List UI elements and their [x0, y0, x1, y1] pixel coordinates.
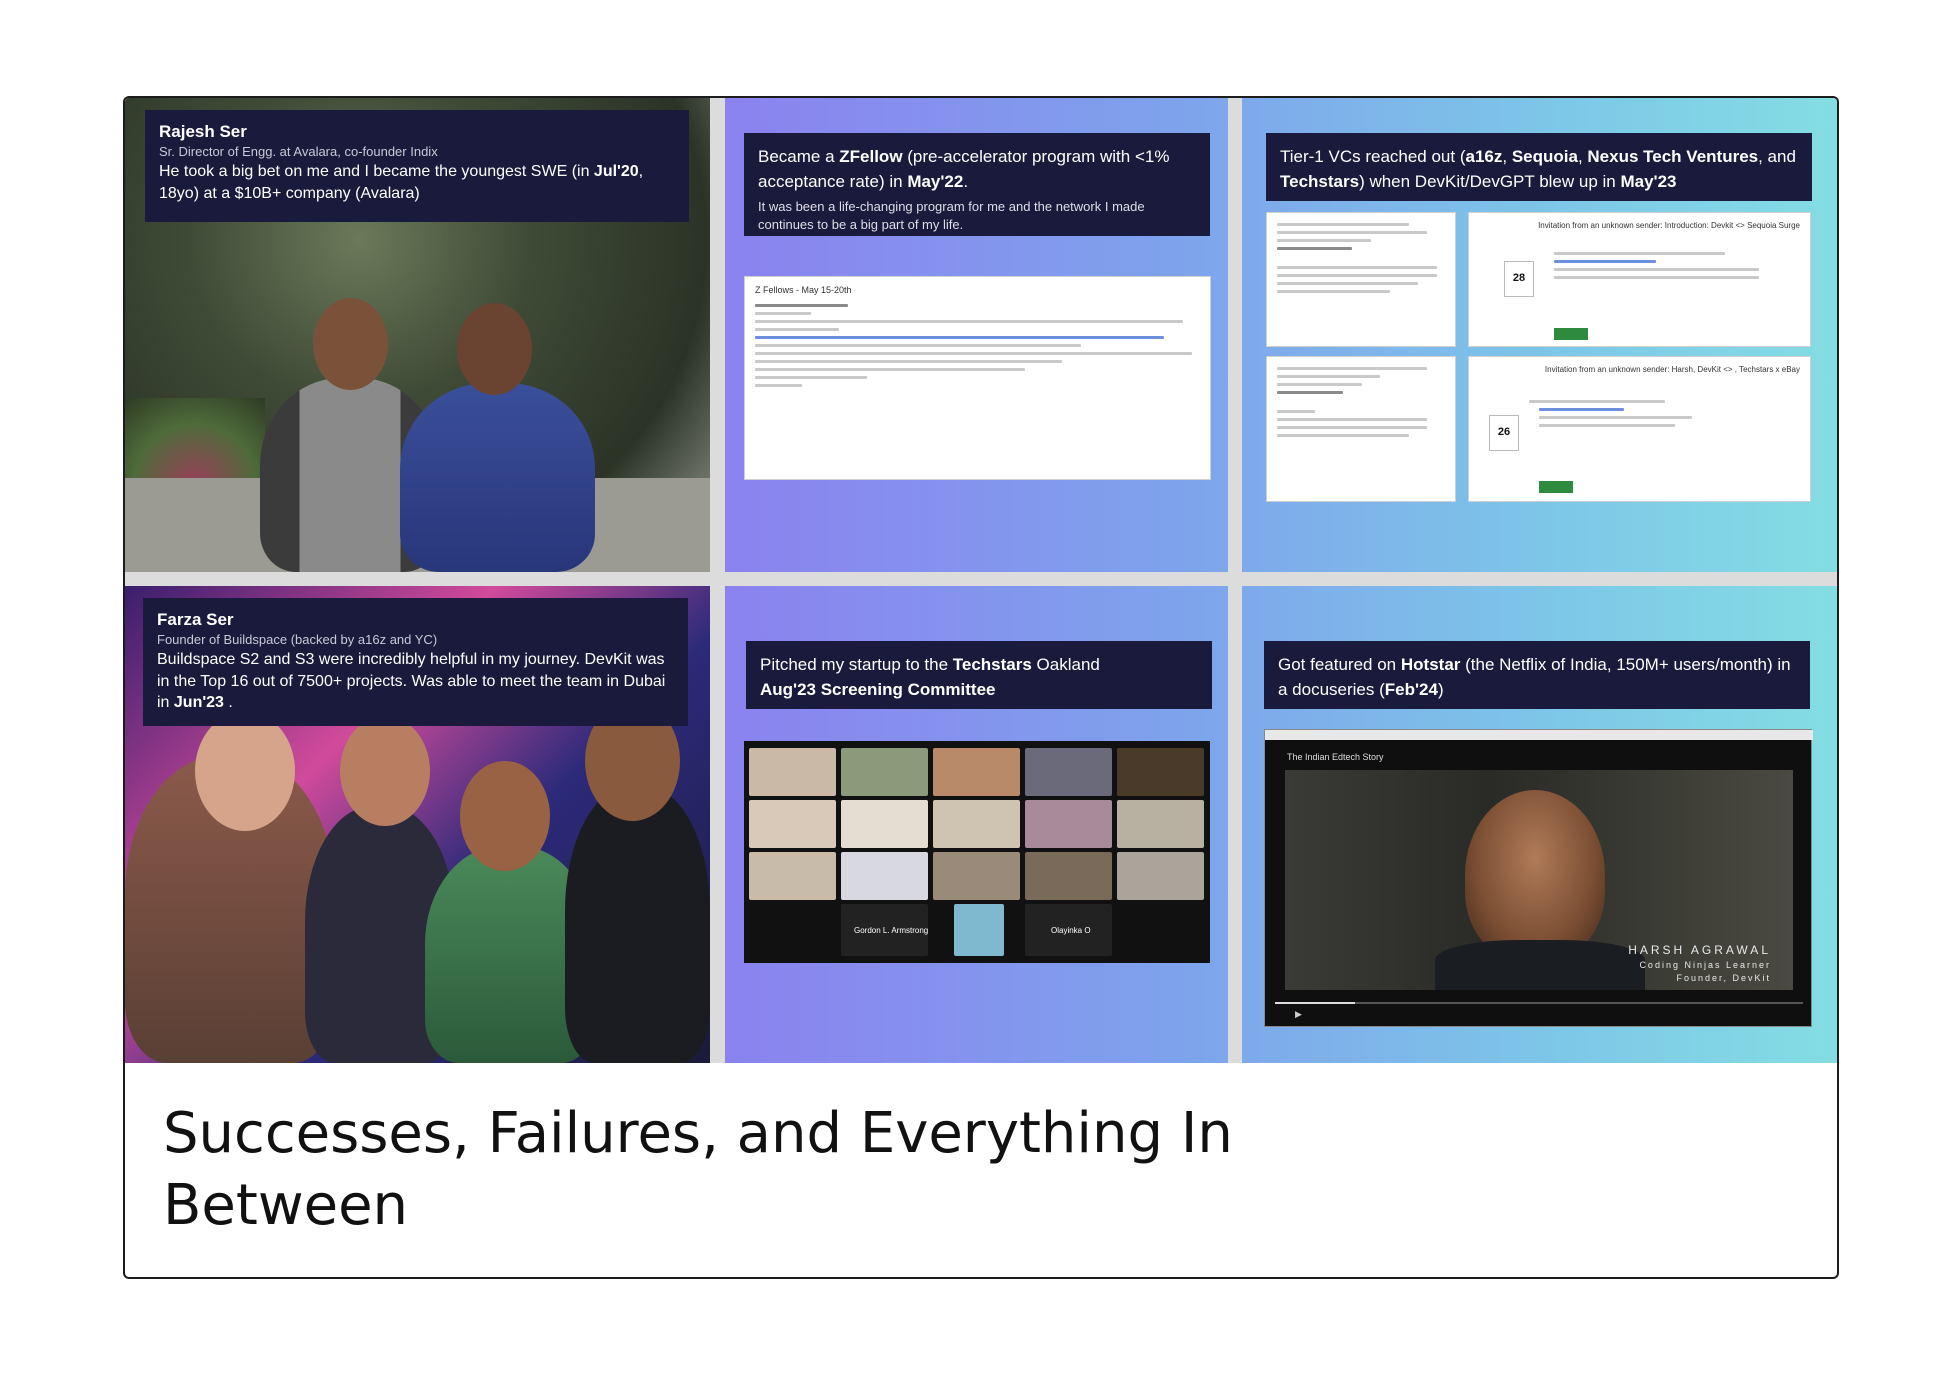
participant-tile [841, 748, 928, 796]
person-name: Farza Ser [157, 610, 234, 629]
participant-tile [933, 800, 1020, 848]
participant-tile [954, 904, 1004, 956]
yes-button[interactable] [1554, 328, 1588, 340]
speaker-line-2: Founder, DevKit [1676, 973, 1771, 983]
calendar-invite-2: Invitation from an unknown sender: Harsh… [1468, 356, 1811, 502]
linkedin-message-2 [1266, 356, 1456, 502]
project-card[interactable]: Rajesh Ser Sr. Director of Engg. at Aval… [123, 96, 1839, 1279]
head-left [313, 298, 388, 390]
zfellow-caption: Became a ZFellow (pre-accelerator progra… [744, 133, 1210, 236]
browser-bar [1265, 730, 1813, 740]
video-title: The Indian Edtech Story [1287, 752, 1384, 762]
divider-horizontal [125, 572, 1837, 586]
participant-tile [1025, 852, 1112, 900]
speaker-face [1465, 790, 1605, 960]
yes-button[interactable] [1539, 481, 1573, 493]
techstars-caption: Pitched my startup to the Techstars Oakl… [746, 641, 1212, 709]
invite-title: Invitation from an unknown sender: Intro… [1538, 221, 1800, 230]
person-4 [565, 786, 710, 1063]
participant-tile [841, 800, 928, 848]
participant-tile [749, 852, 836, 900]
rajesh-caption: Rajesh Ser Sr. Director of Engg. at Aval… [145, 110, 689, 222]
participant-tile [841, 852, 928, 900]
participant-tile [749, 748, 836, 796]
linkedin-message-1 [1266, 212, 1456, 347]
participant-tile [1117, 800, 1204, 848]
panel-hotstar: Got featured on Hotstar (the Netflix of … [1242, 586, 1837, 1063]
caption-subtext: It was been a life-changing program for … [758, 199, 1145, 233]
play-icon[interactable]: ▶ [1295, 1010, 1302, 1020]
caption-text: Buildspace S2 and S3 were incredibly hel… [157, 651, 666, 712]
collage-image: Rajesh Ser Sr. Director of Engg. at Aval… [125, 98, 1837, 1063]
participant-tile [749, 800, 836, 848]
head-3 [460, 761, 550, 871]
participant-tile [1117, 748, 1204, 796]
farza-caption: Farza Ser Founder of Buildspace (backed … [143, 598, 688, 726]
progress-fill [1275, 1002, 1355, 1004]
speaker-name: HARSH AGRAWAL [1628, 943, 1771, 957]
invite-title: Invitation from an unknown sender: Harsh… [1544, 365, 1800, 374]
head-1 [195, 711, 295, 831]
participant-tile [1025, 800, 1112, 848]
invite-date: 26 [1489, 415, 1519, 451]
panel-zfellow: Became a ZFellow (pre-accelerator progra… [724, 98, 1228, 572]
participant-tile [1117, 852, 1204, 900]
email-subject: Z Fellows - May 15-20th [755, 285, 852, 295]
person-right [400, 383, 595, 572]
panel-vcs: Tier-1 VCs reached out (a16z, Sequoia, N… [1242, 98, 1837, 572]
invite-date: 28 [1504, 261, 1534, 297]
participant-tile [933, 748, 1020, 796]
video-player[interactable]: The Indian Edtech Story HARSH AGRAWAL Co… [1264, 729, 1813, 1027]
participant-tile [1025, 748, 1112, 796]
calendar-invite-1: Invitation from an unknown sender: Intro… [1468, 212, 1811, 347]
caption-text: He took a big bet on me and I became the… [159, 163, 644, 202]
participant-name: Gordon L. Armstrong [854, 926, 929, 935]
panel-techstars: Pitched my startup to the Techstars Oakl… [724, 586, 1228, 1063]
person-name: Rajesh Ser [159, 122, 247, 141]
caption-text: Pitched my startup to the Techstars Oakl… [760, 655, 1100, 699]
caption-text: Became a ZFellow (pre-accelerator progra… [758, 147, 1170, 191]
participant-tile [933, 852, 1020, 900]
head-right [457, 303, 532, 395]
card-title: Successes, Failures, and Everything In B… [163, 1101, 1233, 1238]
speaker-body [1435, 940, 1645, 990]
person-role: Founder of Buildspace (backed by a16z an… [157, 632, 438, 647]
zoom-call-screenshot: Gordon L. Armstrong Olayinka O [744, 741, 1210, 963]
person-role: Sr. Director of Engg. at Avalara, co-fou… [159, 144, 438, 159]
email-screenshot: Z Fellows - May 15-20th [744, 276, 1211, 480]
participant-name: Olayinka O [1051, 926, 1091, 935]
speaker-line-1: Coding Ninjas Learner [1639, 960, 1771, 970]
panel-rajesh: Rajesh Ser Sr. Director of Engg. at Aval… [125, 98, 710, 572]
panel-farza: Farza Ser Founder of Buildspace (backed … [125, 586, 710, 1063]
vcs-caption: Tier-1 VCs reached out (a16z, Sequoia, N… [1266, 133, 1812, 201]
head-2 [340, 716, 430, 826]
caption-text: Tier-1 VCs reached out (a16z, Sequoia, N… [1280, 147, 1796, 191]
caption-text: Got featured on Hotstar (the Netflix of … [1278, 655, 1791, 699]
hotstar-caption: Got featured on Hotstar (the Netflix of … [1264, 641, 1810, 709]
